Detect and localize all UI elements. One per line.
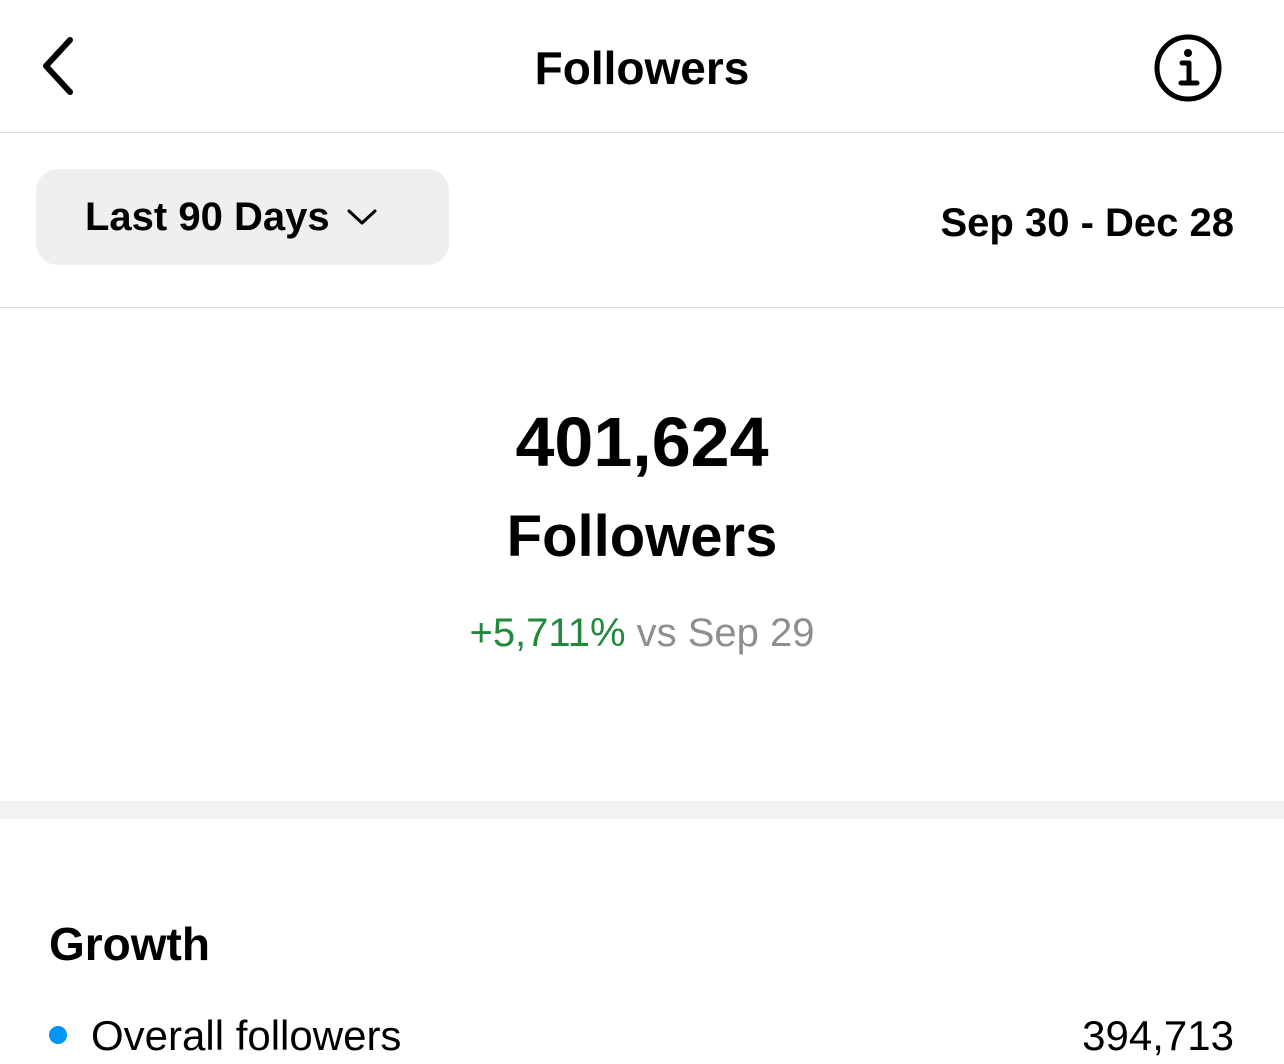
growth-row-label: Overall followers: [91, 1012, 402, 1059]
page-title: Followers: [534, 42, 750, 94]
total-followers-label: Followers: [506, 504, 778, 569]
growth-row-overall-followers: Overall followers 394,713: [0, 1006, 1284, 1064]
date-range-dropdown-label: Last 90 Days: [85, 195, 330, 239]
followers-insights-page: Followers Last 90 Days Sep 30 - Dec 28 4…: [0, 0, 1284, 1064]
change-comparison: +5,711% vs Sep 29: [0, 608, 1284, 658]
info-icon: [1154, 34, 1222, 102]
growth-row-value: 394,713: [1082, 1012, 1234, 1059]
date-range-text: Sep 30 - Dec 28: [940, 201, 1235, 245]
section-divider: [0, 801, 1284, 819]
legend-dot: [49, 1026, 67, 1044]
change-percentage: +5,711%: [469, 611, 626, 655]
date-range-dropdown[interactable]: Last 90 Days: [36, 169, 449, 265]
followers-summary: 401,624 Followers +5,711% vs Sep 29: [0, 308, 1284, 801]
chevron-down-icon: [346, 207, 378, 227]
info-button[interactable]: [1150, 30, 1226, 106]
date-filter-row: Last 90 Days Sep 30 - Dec 28: [0, 133, 1284, 308]
total-followers-count: 401,624: [515, 403, 769, 481]
top-nav-bar: Followers: [0, 0, 1284, 133]
change-reference: vs Sep 29: [636, 611, 815, 655]
growth-section-title: Growth: [49, 918, 210, 970]
